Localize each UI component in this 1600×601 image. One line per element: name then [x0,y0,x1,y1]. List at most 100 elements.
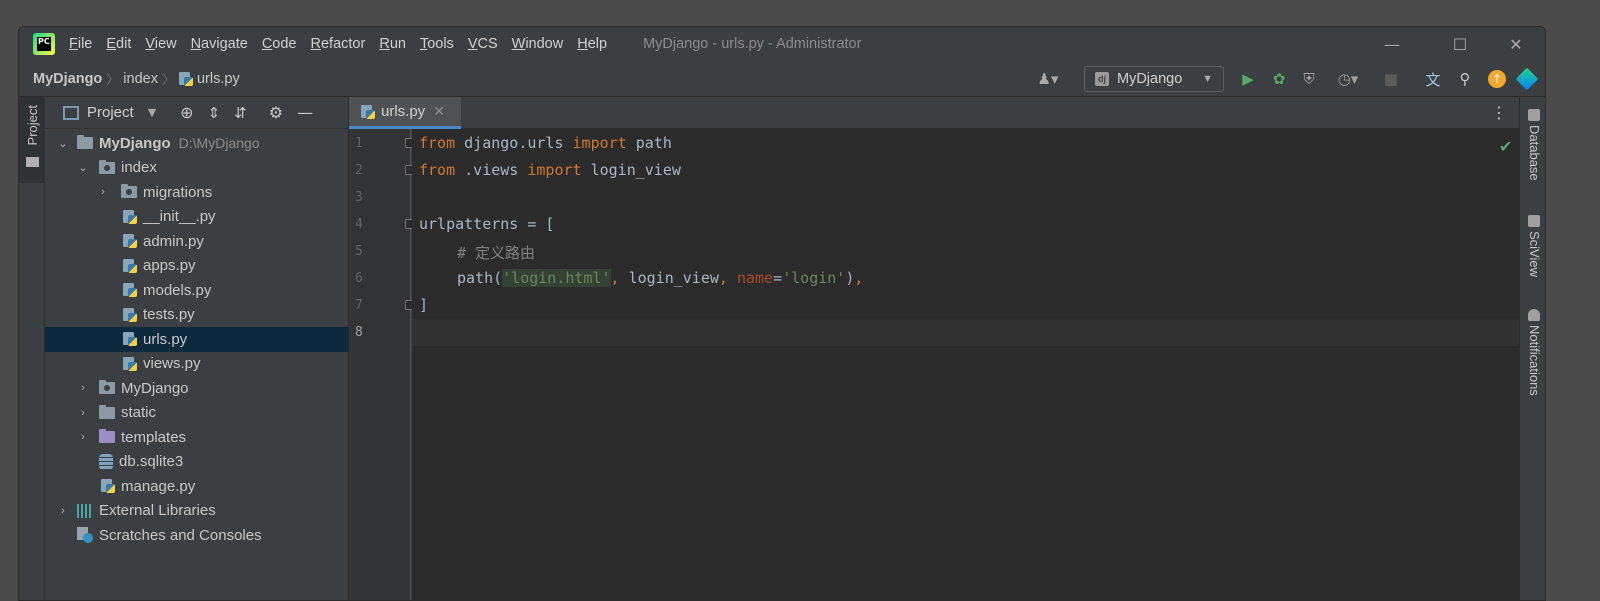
tree-item-label: migrations [143,183,213,201]
code-line-7: ] [419,296,429,314]
tree-item-tests[interactable]: tests.py [45,303,349,328]
tree-item-project-root[interactable]: ⌄ MyDjango D:\MyDjango [45,131,349,156]
current-line-highlight [412,319,1519,346]
project-tool-button[interactable]: Project [19,97,45,183]
line-number: 6 [355,271,363,286]
tree-item-manage[interactable]: manage.py [45,474,349,499]
code-line-2: from .views import login_view [419,161,681,179]
breadcrumb-project[interactable]: MyDjango [33,71,102,87]
run-configuration-select[interactable]: dj MyDjango ▼ [1084,66,1224,92]
profile-icon[interactable]: ◷▾ [1331,69,1365,89]
chevron-down-icon[interactable]: ⌄ [57,137,69,150]
project-view-icon [63,105,79,120]
run-icon[interactable]: ▶ [1238,69,1258,89]
python-file-icon [123,234,137,249]
code-line-5: # 定义路由 [457,244,536,262]
sciview-tool-button[interactable]: SciView [1527,231,1542,277]
chevron-down-icon: ▼ [1202,73,1213,85]
tree-item-label: MyDjango [99,134,171,152]
update-icon[interactable]: ↑ [1487,69,1507,89]
tree-item-urls[interactable]: urls.py [45,327,349,352]
breadcrumb-file[interactable]: urls.py [197,71,240,87]
chevron-down-icon[interactable]: ▼ [148,106,156,119]
folder-icon [99,404,115,419]
tree-item-admin[interactable]: admin.py [45,229,349,254]
tree-item-label: MyDjango [121,379,189,397]
stop-icon[interactable]: ■ [1381,69,1401,89]
no-problems-check-icon[interactable]: ✔ [1499,137,1512,156]
debug-icon[interactable]: ✿ [1269,69,1289,89]
menu-vcs[interactable]: VCS [468,36,498,52]
tree-item-label: urls.py [143,330,188,348]
menu-tools[interactable]: Tools [420,36,454,52]
more-options-icon[interactable]: ⋮ [1491,103,1507,122]
menu-edit[interactable]: Edit [106,36,131,52]
close-tab-icon[interactable]: ✕ [433,103,445,120]
chevron-down-icon[interactable]: ⌄ [77,162,89,174]
notifications-tool-button[interactable]: Notifications [1527,325,1542,396]
tree-item-external-libraries[interactable]: › External Libraries [45,499,349,524]
tree-item-apps[interactable]: apps.py [45,254,349,279]
menu-navigate[interactable]: Navigate [191,36,248,52]
chevron-right-icon[interactable]: › [97,186,109,198]
chevron-right-icon[interactable]: › [57,505,69,517]
tree-item-label: tests.py [143,306,195,324]
package-folder-icon [99,380,115,395]
tree-item-index[interactable]: ⌄ index [45,156,349,181]
chevron-right-icon[interactable]: › [77,382,89,394]
tree-item-label: External Libraries [99,502,216,520]
database-tool-button[interactable]: Database [1527,125,1542,181]
minimize-icon[interactable]: — [1369,27,1415,61]
code-editor[interactable]: from django.urls import path from .views… [412,129,1519,600]
menu-help[interactable]: Help [577,36,607,52]
menu-run[interactable]: Run [379,36,406,52]
run-configuration-label: MyDjango [1117,71,1183,87]
tree-item-migrations[interactable]: › migrations [45,180,349,205]
gear-icon[interactable]: ⚙ [269,103,283,122]
tree-item-views[interactable]: views.py [45,352,349,377]
line-number: 2 [355,163,363,178]
menu-view[interactable]: View [145,36,176,52]
user-icon[interactable]: ♟▾ [1031,69,1065,89]
templates-folder-icon [99,429,115,444]
menu-file[interactable]: File [69,36,92,52]
title-bar: PC File Edit View Navigate Code Refactor… [19,27,1545,61]
project-panel-header: Project ▼ ⊕ ⇕ ⇵ ⚙ — [45,97,348,129]
tab-urls-py[interactable]: urls.py ✕ [349,97,461,129]
coverage-icon[interactable]: ⛨ [1299,69,1319,89]
tree-item-label: Scratches and Consoles [99,526,262,544]
python-file-icon [123,356,137,371]
breadcrumb-folder[interactable]: index [123,71,158,87]
database-file-icon [99,453,113,470]
database-icon [1528,109,1540,121]
expand-all-icon[interactable]: ⇕ [208,104,221,122]
menu-code[interactable]: Code [262,36,297,52]
menu-window[interactable]: Window [512,36,564,52]
line-number: 3 [355,190,363,205]
tree-item-mydjango-package[interactable]: › MyDjango [45,376,349,401]
tree-item-scratches[interactable]: Scratches and Consoles [45,523,349,548]
toolbox-icon[interactable] [1515,67,1539,91]
tree-item-label: models.py [143,281,212,299]
collapse-all-icon[interactable]: ⇵ [234,104,247,122]
hide-panel-icon[interactable]: — [297,103,313,122]
chevron-right-icon[interactable]: › [77,431,89,443]
project-view-title[interactable]: Project [87,104,134,121]
code-line-1: from django.urls import path [419,134,672,152]
translate-icon[interactable]: 文 [1423,69,1443,89]
menu-refactor[interactable]: Refactor [311,36,366,52]
tree-item-db[interactable]: db.sqlite3 [45,450,349,475]
right-tool-stripe: Database SciView Notifications [1519,97,1545,600]
tree-item-label: db.sqlite3 [119,453,184,471]
locate-icon[interactable]: ⊕ [180,103,193,122]
tree-item-init[interactable]: __init__.py [45,205,349,230]
chevron-right-icon[interactable]: › [77,407,89,419]
close-icon[interactable]: ✕ [1493,27,1539,61]
tree-item-models[interactable]: models.py [45,278,349,303]
tree-item-static[interactable]: › static [45,401,349,426]
ide-window: PC File Edit View Navigate Code Refactor… [18,26,1546,601]
search-icon[interactable]: ⚲ [1455,69,1475,89]
tree-item-templates[interactable]: › templates [45,425,349,450]
editor-gutter: 1 2 3 4 5 6 7 8 [349,129,411,600]
maximize-icon[interactable]: ☐ [1437,27,1483,61]
